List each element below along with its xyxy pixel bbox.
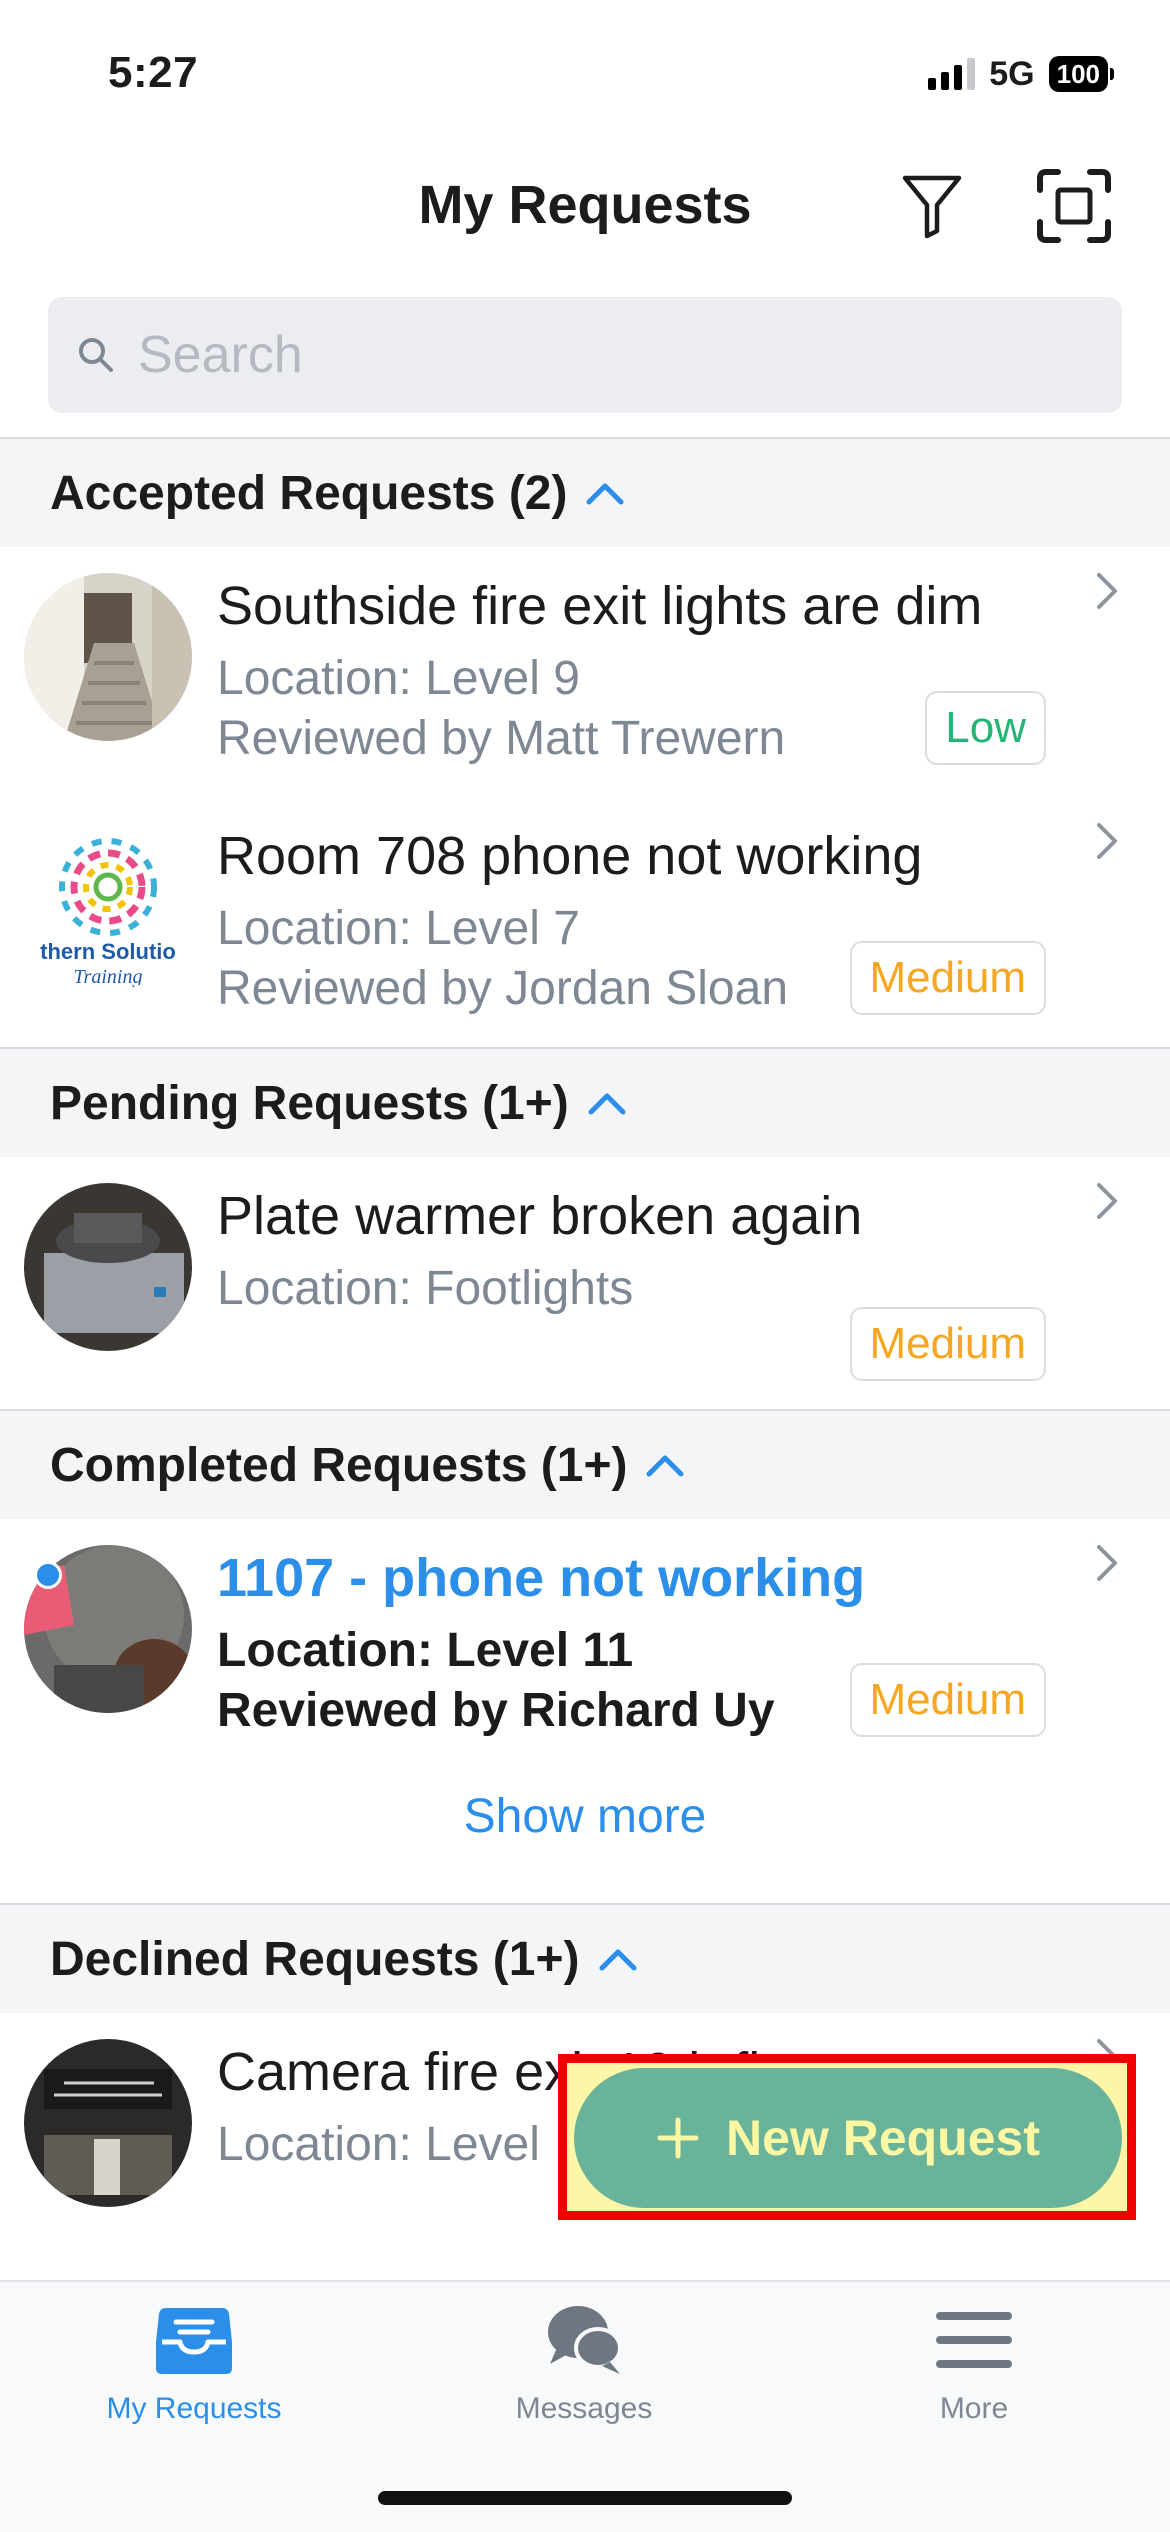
- request-title: Room 708 phone not working: [217, 826, 923, 886]
- inbox-icon: [156, 2308, 232, 2374]
- request-location: Location: Level 9: [217, 652, 580, 705]
- chevron-up-icon: [585, 480, 625, 506]
- tab-label: Messages: [515, 2392, 653, 2425]
- battery-icon: 100: [1048, 56, 1114, 92]
- request-photo: [24, 573, 192, 741]
- network-label: 5G: [989, 54, 1035, 93]
- filter-icon: [902, 175, 962, 239]
- request-photo: [24, 2039, 192, 2207]
- show-more-link[interactable]: Show more: [0, 1773, 1170, 1903]
- chevron-right-icon: [1094, 1181, 1120, 1226]
- status-time: 5:27: [108, 48, 199, 97]
- priority-badge: Low: [925, 691, 1046, 765]
- chevron-right-icon: [1094, 1543, 1120, 1588]
- status-bar: 5:27 5G 100: [0, 0, 1170, 140]
- section-title: Accepted Requests (2): [50, 466, 568, 520]
- home-indicator: [378, 2491, 792, 2505]
- section-title: Pending Requests (1+): [50, 1076, 569, 1130]
- section-title: Completed Requests (1+): [50, 1438, 628, 1492]
- tab-label: More: [939, 2392, 1009, 2425]
- section-header-accepted[interactable]: Accepted Requests (2): [0, 439, 1170, 547]
- priority-badge: Medium: [849, 941, 1046, 1015]
- scan-button[interactable]: [1032, 164, 1116, 248]
- request-location: Location: Footlights: [217, 1262, 634, 1315]
- request-title: Southside fire exit lights are dim: [217, 576, 983, 636]
- chat-bubbles-icon: [548, 2306, 622, 2374]
- chevron-right-icon: [1094, 571, 1120, 616]
- new-request-button[interactable]: New Request: [574, 2068, 1122, 2208]
- request-row[interactable]: Southside fire exit lights are dim Locat…: [0, 547, 1170, 797]
- logo-text: thern Solutio: [40, 939, 176, 964]
- tab-more[interactable]: More: [824, 2302, 1124, 2426]
- chevron-up-icon: [598, 1946, 638, 1972]
- chevron-up-icon: [645, 1452, 685, 1478]
- chevron-right-icon: [1094, 821, 1120, 866]
- priority-badge: Medium: [849, 1663, 1046, 1737]
- request-location: Location: Level: [217, 2118, 540, 2171]
- plus-icon: [657, 2117, 699, 2159]
- priority-badge: Medium: [849, 1307, 1046, 1381]
- request-title: Plate warmer broken again: [217, 1186, 863, 1246]
- section-header-declined[interactable]: Declined Requests (1+): [0, 1905, 1170, 2013]
- request-row[interactable]: Plate warmer broken again Location: Foot…: [0, 1157, 1170, 1409]
- request-reviewer: Reviewed by Jordan Sloan: [217, 962, 789, 1015]
- search-input[interactable]: [138, 325, 1038, 385]
- header: My Requests: [0, 150, 1170, 260]
- requests-list[interactable]: Accepted Requests (2) Southside fire exi…: [0, 439, 1170, 2263]
- new-request-label: New Request: [726, 2110, 1040, 2166]
- filter-button[interactable]: [890, 164, 974, 248]
- search-icon: [72, 331, 120, 379]
- section-title: Declined Requests (1+): [50, 1932, 580, 1986]
- signal-icon: [928, 58, 976, 90]
- tab-messages[interactable]: Messages: [434, 2302, 734, 2426]
- request-row[interactable]: 1107 - phone not working Location: Level…: [0, 1519, 1170, 1773]
- battery-level: 100: [1048, 56, 1108, 92]
- section-header-completed[interactable]: Completed Requests (1+): [0, 1411, 1170, 1519]
- logo-subtext: Training: [74, 966, 143, 988]
- request-title: 1107 - phone not working: [217, 1548, 866, 1608]
- scan-icon: [1037, 169, 1111, 243]
- menu-icon: [936, 2312, 1012, 2368]
- request-location: Location: Level 7: [217, 902, 580, 955]
- search-bar[interactable]: [48, 297, 1122, 413]
- request-location: Location: Level 11: [217, 1624, 634, 1677]
- request-photo: [24, 1183, 192, 1351]
- request-reviewer: Reviewed by Richard Uy: [217, 1684, 775, 1737]
- status-indicators: 5G 100: [928, 54, 1114, 94]
- request-logo: thern Solutio Training: [24, 823, 192, 991]
- tab-my-requests[interactable]: My Requests: [44, 2302, 344, 2426]
- section-header-pending[interactable]: Pending Requests (1+): [0, 1049, 1170, 1157]
- request-row[interactable]: thern Solutio Training Room 708 phone no…: [0, 797, 1170, 1047]
- chevron-up-icon: [587, 1090, 627, 1116]
- unread-indicator: [34, 1561, 62, 1589]
- tab-label: My Requests: [106, 2392, 282, 2425]
- request-reviewer: Reviewed by Matt Trewern: [217, 712, 786, 765]
- page-title: My Requests: [418, 175, 752, 235]
